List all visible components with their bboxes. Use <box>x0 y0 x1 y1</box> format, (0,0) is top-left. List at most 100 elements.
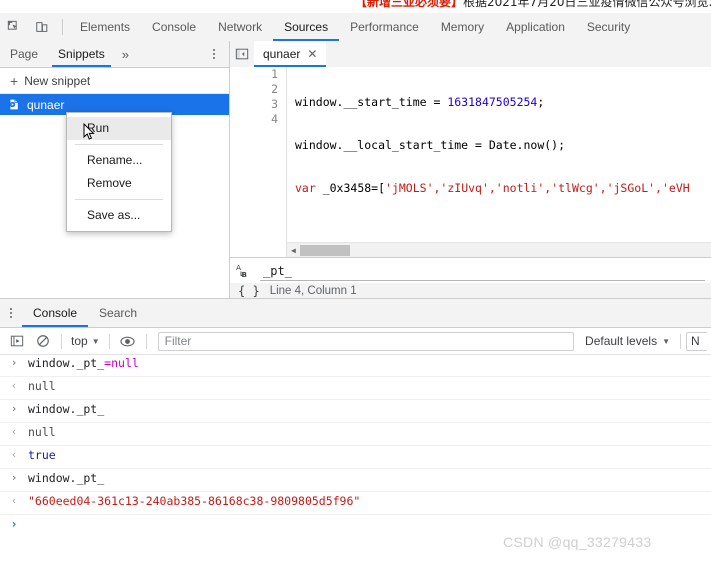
log-levels-selector[interactable]: Default levels ▼ <box>580 334 675 348</box>
tab-elements[interactable]: Elements <box>69 13 141 41</box>
code-token: window.__start_time = <box>295 95 448 109</box>
prompt-caret-icon: › <box>10 517 18 531</box>
editor-status-bar: { } Line 4, Column 1 <box>230 283 711 298</box>
output-marker-icon: ‹ <box>10 425 18 438</box>
scrollbar-thumb[interactable] <box>299 244 350 256</box>
console-filter-input[interactable] <box>157 331 575 351</box>
device-toolbar-icon[interactable] <box>28 13 56 41</box>
line-number: 2 <box>271 82 278 96</box>
toolbar-divider <box>61 333 62 349</box>
log-levels-label: Default levels <box>585 334 658 348</box>
toolbar-divider <box>108 333 110 349</box>
console-message-text: window._pt_ <box>28 471 105 485</box>
context-menu-item-rename[interactable]: Rename... <box>67 149 171 172</box>
console-input-row[interactable]: › window._pt_ <box>0 469 711 492</box>
console-output-row[interactable]: ‹ true <box>0 446 711 469</box>
console-input-row[interactable]: › window._pt_ <box>0 400 711 423</box>
line-number: 3 <box>271 97 278 111</box>
page-red-headline: 【新增三亚必须要】根据2021年7月20日三亚疫情微信公众号浏览... <box>355 0 711 9</box>
editor-tab-qunaer[interactable]: qunaer ✕ <box>254 41 327 67</box>
tab-network[interactable]: Network <box>207 13 273 41</box>
tab-console[interactable]: Console <box>141 13 207 41</box>
page-headline-red-part: 【新增三亚必须要】 <box>355 0 464 9</box>
snippet-item-label: qunaer <box>27 97 65 112</box>
navtab-snippets[interactable]: Snippets <box>48 41 115 67</box>
new-snippet-label: New snippet <box>24 73 91 88</box>
close-icon[interactable]: ✕ <box>307 48 317 60</box>
toolbar-divider <box>680 333 681 349</box>
toolbar-divider <box>145 333 147 349</box>
editor-horizontal-scrollbar[interactable]: ◀ <box>287 242 711 257</box>
page-headline-rest: 根据2021年7月20日三亚疫情微信公众号浏览... <box>463 0 711 9</box>
console-message-text: window._pt_=null <box>28 355 711 371</box>
devtools-main-tabbar: Elements Console Network Sources Perform… <box>0 13 711 42</box>
console-message-text: "660eed04-361c13-240ab385-86168c38-98098… <box>28 494 361 508</box>
tab-performance[interactable]: Performance <box>339 13 430 41</box>
navtab-page[interactable]: Page <box>0 41 48 67</box>
output-marker-icon: ‹ <box>10 379 18 392</box>
editor-tabstrip: qunaer ✕ <box>230 41 711 68</box>
tab-application[interactable]: Application <box>495 13 576 41</box>
devtools-window: 【新增三亚必须要】根据2021年7月20日三亚疫情微信公众号浏览... Elem… <box>0 0 711 567</box>
context-menu-item-save-as[interactable]: Save as... <box>67 204 171 227</box>
line-number: 1 <box>271 67 278 81</box>
code-line-2: window.__local_start_time = Date.now(); <box>287 138 711 153</box>
console-token: window._pt_ <box>28 356 105 370</box>
toggle-navigator-icon[interactable] <box>230 41 254 67</box>
more-tabs-icon[interactable]: » <box>115 41 136 67</box>
input-marker-icon: › <box>10 471 18 484</box>
context-menu-divider <box>75 199 163 200</box>
drawer-tabbar: Console Search <box>0 299 711 328</box>
svg-text:B: B <box>241 270 246 279</box>
navigator-tabbar: Page Snippets » <box>0 41 229 68</box>
issues-button-truncated[interactable]: N <box>686 331 707 351</box>
console-message-text: true <box>28 448 56 462</box>
code-editor[interactable]: 1 2 3 4 window.__start_time = 1631847505… <box>230 67 711 257</box>
snippet-name-input[interactable] <box>260 261 705 281</box>
console-message-text: null <box>28 425 56 439</box>
code-token-keyword: var <box>295 181 316 195</box>
editor-tab-label: qunaer <box>263 47 301 61</box>
tab-memory[interactable]: Memory <box>430 13 495 41</box>
tab-security[interactable]: Security <box>576 13 641 41</box>
line-number-gutter: 1 2 3 4 <box>230 67 287 257</box>
input-marker-icon: › <box>10 402 18 415</box>
drawer-tab-search[interactable]: Search <box>88 299 148 327</box>
console-token: null <box>111 356 139 370</box>
console-output-row[interactable]: ‹ "660eed04-361c13-240ab385-86168c38-980… <box>0 492 711 515</box>
chevron-down-icon: ▼ <box>662 336 670 346</box>
inspect-element-icon[interactable] <box>0 13 28 41</box>
new-snippet-button[interactable]: + New snippet <box>0 68 229 94</box>
console-input-row[interactable]: › window._pt_=null <box>0 354 711 377</box>
console-message-text: window._pt_ <box>28 402 105 416</box>
page-content-bleed: 【新增三亚必须要】根据2021年7月20日三亚疫情微信公众号浏览... <box>0 0 711 13</box>
code-line-1: window.__start_time = 1631847505254; <box>287 95 711 110</box>
scroll-left-icon[interactable]: ◀ <box>287 246 300 255</box>
console-output-row[interactable]: ‹ null <box>0 377 711 400</box>
toolbar-divider <box>62 19 63 35</box>
live-expression-icon[interactable] <box>115 329 141 353</box>
context-menu-item-run[interactable]: Run <box>67 117 171 140</box>
console-drawer: Console Search top ▼ Default levels <box>0 298 711 567</box>
sources-editor: qunaer ✕ 1 2 3 4 window.__start_time = 1… <box>230 41 711 298</box>
execution-context-icon[interactable] <box>4 329 30 353</box>
drawer-tab-console[interactable]: Console <box>22 299 89 327</box>
execution-context-selector[interactable]: top ▼ <box>67 334 104 348</box>
code-token-strings: 'jMOLS','zIUvq','notli','tlWcg','jSGoL',… <box>385 181 690 195</box>
rename-ab-icon: A B <box>236 263 247 279</box>
context-menu-item-remove[interactable]: Remove <box>67 172 171 195</box>
console-message-text: null <box>28 379 56 393</box>
drawer-more-options-icon[interactable] <box>0 299 22 327</box>
code-token: ; <box>537 95 545 109</box>
code-token: window.__local_start_time = Date.now(); <box>295 138 566 152</box>
console-output-row[interactable]: ‹ null <box>0 423 711 446</box>
plus-icon: + <box>10 72 19 89</box>
context-menu-divider <box>75 144 163 145</box>
input-marker-icon: › <box>10 356 18 369</box>
code-token-number: 1631847505254 <box>447 95 538 109</box>
pretty-print-icon[interactable]: { } <box>238 284 260 298</box>
navigator-more-options-icon[interactable] <box>205 41 223 67</box>
tab-sources[interactable]: Sources <box>273 13 340 41</box>
clear-console-icon[interactable] <box>30 329 56 353</box>
cursor-position-label: Line 4, Column 1 <box>269 284 357 297</box>
